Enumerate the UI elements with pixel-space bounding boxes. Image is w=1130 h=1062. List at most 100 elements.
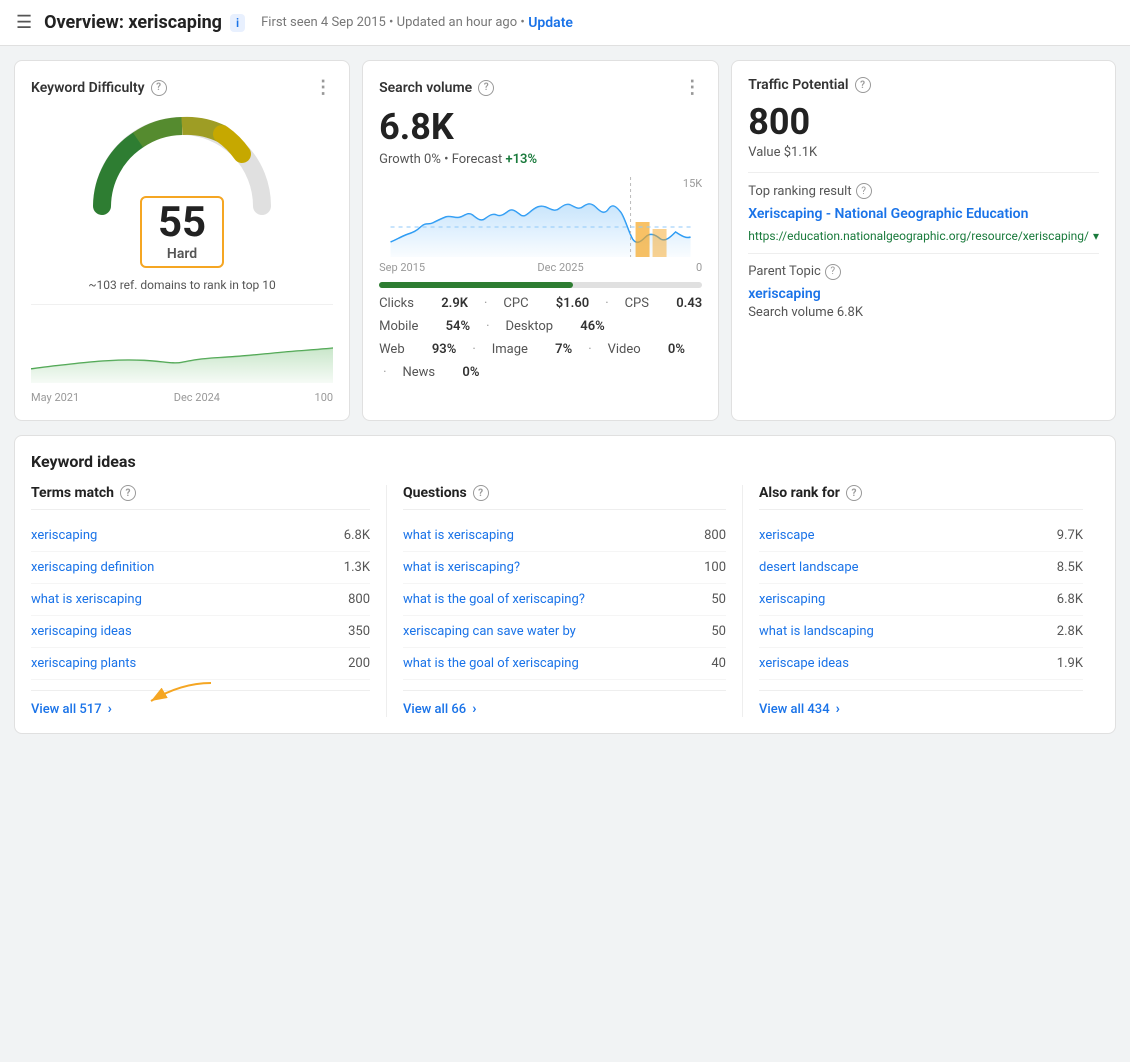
chevron-right-icon-q: ›	[472, 701, 476, 717]
sv-web-label: Web	[379, 342, 405, 357]
sv-chart-min: 0	[696, 261, 702, 274]
keyword-ideas-title: Keyword ideas	[31, 452, 1099, 471]
kd-gauge: 55 Hard	[31, 106, 333, 268]
tp-card-title-row: Traffic Potential ?	[748, 77, 1099, 93]
kd-title: Keyword Difficulty	[31, 80, 145, 96]
questions-kw-5[interactable]: what is the goal of xeriscaping	[403, 656, 579, 671]
tp-help-icon[interactable]: ?	[855, 77, 871, 93]
dropdown-icon: ▾	[1093, 229, 1099, 243]
questions-kw-4[interactable]: xeriscaping can save water by	[403, 624, 576, 639]
sv-card: Search volume ? ⋮ 6.8K Growth 0% • Forec…	[362, 60, 719, 421]
page-title: Overview: xeriscaping	[44, 12, 222, 33]
sv-news-pct: 0%	[462, 365, 479, 380]
keyword-ideas-section: Keyword ideas Terms match ? xeriscaping …	[14, 435, 1116, 734]
list-item: what is landscaping 2.8K	[759, 616, 1083, 648]
terms-vol-5: 200	[348, 656, 370, 671]
also-rank-kw-5[interactable]: xeriscape ideas	[759, 656, 849, 671]
sv-cps-label: CPS	[625, 296, 649, 311]
terms-kw-2[interactable]: xeriscaping definition	[31, 560, 154, 575]
tp-value: 800	[748, 101, 1099, 143]
also-rank-kw-1[interactable]: xeriscape	[759, 528, 815, 543]
also-rank-help-icon[interactable]: ?	[846, 485, 862, 501]
sv-menu-icon[interactable]: ⋮	[683, 77, 702, 98]
questions-title: Questions ?	[403, 485, 726, 510]
sv-chart-dates: Sep 2015 Dec 2025 0	[379, 261, 702, 274]
sv-bar-bg	[379, 282, 702, 288]
kd-help-icon[interactable]: ?	[151, 80, 167, 96]
also-rank-vol-2: 8.5K	[1057, 560, 1083, 575]
also-rank-view-all[interactable]: View all 434 ›	[759, 690, 1083, 717]
questions-vol-1: 800	[704, 528, 726, 543]
sv-bar-fill	[379, 282, 573, 288]
questions-help-icon[interactable]: ?	[473, 485, 489, 501]
kd-trend-dates: May 2021 Dec 2024 100	[31, 391, 333, 404]
sv-card-title-row: Search volume ? ⋮	[379, 77, 702, 98]
tp-parent-help-icon[interactable]: ?	[825, 264, 841, 280]
also-rank-kw-4[interactable]: what is landscaping	[759, 624, 874, 639]
terms-kw-4[interactable]: xeriscaping ideas	[31, 624, 132, 639]
terms-vol-1: 6.8K	[344, 528, 370, 543]
sv-chart-area: 15K Sep 2015	[379, 177, 702, 274]
sv-cpc-val: $1.60	[556, 296, 589, 311]
kd-difficulty-label: Hard	[158, 246, 206, 262]
top-cards-grid: Keyword Difficulty ? ⋮ 55 Hard ~103 ref.…	[0, 46, 1130, 421]
tp-ranking-help-icon[interactable]: ?	[856, 183, 872, 199]
sv-value: 6.8K	[379, 106, 702, 148]
tp-divider-2	[748, 253, 1099, 254]
header-meta: First seen 4 Sep 2015 • Updated an hour …	[261, 15, 525, 30]
tp-parent-keyword[interactable]: xeriscaping	[748, 286, 1099, 302]
list-item: desert landscape 8.5K	[759, 552, 1083, 584]
tp-top-ranking-url[interactable]: https://education.nationalgeographic.org…	[748, 229, 1099, 243]
also-rank-kw-2[interactable]: desert landscape	[759, 560, 859, 575]
list-item: what is xeriscaping 800	[403, 520, 726, 552]
sv-mobile-pct: 54%	[446, 319, 470, 334]
kd-score: 55	[158, 202, 206, 244]
terms-kw-3[interactable]: what is xeriscaping	[31, 592, 142, 607]
sv-image-pct: 7%	[555, 342, 572, 357]
list-item: xeriscaping can save water by 50	[403, 616, 726, 648]
sv-growth: Growth 0% • Forecast +13%	[379, 152, 702, 167]
list-item: xeriscaping 6.8K	[759, 584, 1083, 616]
sv-clicks-val: 2.9K	[441, 296, 468, 311]
also-rank-vol-5: 1.9K	[1057, 656, 1083, 671]
kd-trend-max: 100	[315, 391, 334, 404]
questions-kw-3[interactable]: what is the goal of xeriscaping?	[403, 592, 585, 607]
also-rank-kw-3[interactable]: xeriscaping	[759, 592, 825, 607]
questions-vol-4: 50	[711, 624, 726, 639]
list-item: xeriscaping ideas 350	[31, 616, 370, 648]
questions-view-all-label: View all 66	[403, 702, 466, 717]
terms-kw-1[interactable]: xeriscaping	[31, 528, 97, 543]
also-rank-vol-1: 9.7K	[1057, 528, 1083, 543]
terms-match-view-all[interactable]: View all 517 ›	[31, 690, 370, 717]
tp-value-sub: Value $1.1K	[748, 145, 1099, 160]
sv-cpc-label: CPC	[503, 296, 528, 311]
questions-kw-1[interactable]: what is xeriscaping	[403, 528, 514, 543]
sv-help-icon[interactable]: ?	[478, 80, 494, 96]
terms-kw-5[interactable]: xeriscaping plants	[31, 656, 136, 671]
questions-view-all[interactable]: View all 66 ›	[403, 690, 726, 717]
tp-top-ranking-title[interactable]: Xeriscaping - National Geographic Educat…	[748, 205, 1099, 225]
kd-card-title-row: Keyword Difficulty ? ⋮	[31, 77, 333, 98]
terms-match-title: Terms match ?	[31, 485, 370, 510]
terms-vol-3: 800	[348, 592, 370, 607]
list-item: what is the goal of xeriscaping? 50	[403, 584, 726, 616]
terms-match-col: Terms match ? xeriscaping 6.8K xeriscapi…	[31, 485, 387, 717]
info-badge[interactable]: i	[230, 14, 245, 32]
menu-icon[interactable]: ☰	[16, 12, 32, 33]
sv-title: Search volume	[379, 80, 472, 96]
update-link[interactable]: Update	[528, 15, 573, 31]
sv-desktop-label: Desktop	[505, 319, 553, 334]
list-item: what is the goal of xeriscaping 40	[403, 648, 726, 680]
keyword-ideas-grid: Terms match ? xeriscaping 6.8K xeriscapi…	[31, 485, 1099, 717]
terms-match-help-icon[interactable]: ?	[120, 485, 136, 501]
kd-trend-section: May 2021 Dec 2024 100	[31, 304, 333, 404]
sv-video-pct: 0%	[668, 342, 685, 357]
questions-vol-2: 100	[704, 560, 726, 575]
tp-divider-1	[748, 172, 1099, 173]
kd-menu-icon[interactable]: ⋮	[314, 77, 333, 98]
questions-vol-5: 40	[711, 656, 726, 671]
questions-vol-3: 50	[711, 592, 726, 607]
kd-sub-text: ~103 ref. domains to rank in top 10	[31, 278, 333, 292]
questions-kw-2[interactable]: what is xeriscaping?	[403, 560, 520, 575]
sv-image-label: Image	[492, 342, 528, 357]
